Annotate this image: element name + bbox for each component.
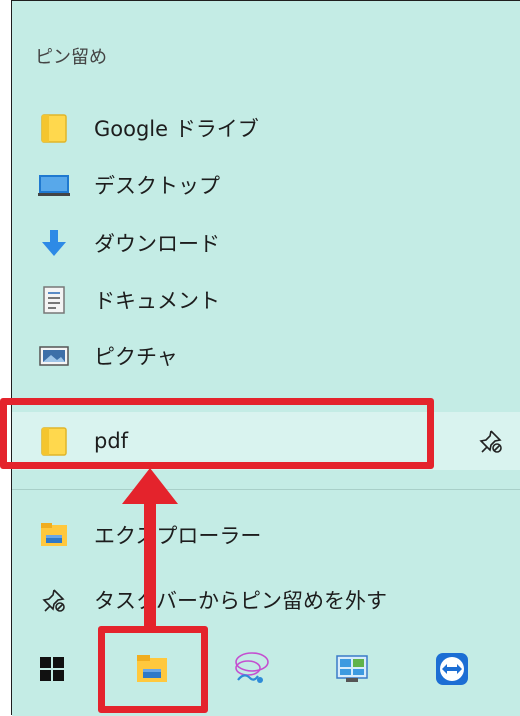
pinned-item-label: ドキュメント: [94, 289, 220, 313]
teamviewer-icon: [435, 652, 469, 690]
pinned-item-downloads[interactable]: ダウンロード: [12, 214, 520, 272]
action-open-file-explorer[interactable]: エクスプローラー: [12, 506, 520, 564]
pinned-item-label: デスクトップ: [94, 174, 220, 198]
file-explorer-icon: [37, 520, 71, 550]
start-button[interactable]: [26, 645, 78, 697]
action-unpin-from-taskbar[interactable]: タスクバーからピン留めを外す: [12, 571, 520, 629]
unpin-icon: [37, 585, 71, 615]
section-title-pinned: ピン留め: [35, 47, 107, 68]
taskbar-control-panel-button[interactable]: [326, 645, 378, 697]
pictures-icon: [37, 341, 71, 371]
pinned-item-label: Google ドライブ: [94, 117, 259, 141]
unpin-icon[interactable]: [478, 428, 504, 454]
pinned-item-desktop[interactable]: デスクトップ: [12, 156, 520, 214]
annotation-arrow-up: [122, 468, 178, 630]
pinned-item-google-drive[interactable]: Google ドライブ: [12, 99, 520, 157]
download-icon: [37, 228, 71, 258]
document-icon: [37, 285, 71, 315]
pinned-item-label: ピクチャ: [94, 345, 178, 369]
jump-list-panel: ピン留め Google ドライブ デスクトップ ダウンロード ドキュメント ピク…: [11, 0, 520, 716]
taskbar: [12, 627, 520, 716]
divider: [12, 489, 520, 490]
control-panel-icon: [336, 655, 368, 687]
windows-start-icon: [39, 656, 65, 686]
annotation-highlight-pdf: [0, 398, 434, 469]
folder-icon: [37, 113, 71, 143]
pinned-item-label: ダウンロード: [94, 232, 220, 256]
taskbar-paint-app-button[interactable]: [226, 645, 278, 697]
annotation-highlight-explorer: [98, 626, 208, 713]
desktop-icon: [37, 170, 71, 200]
paint-app-icon: [232, 650, 272, 692]
pinned-item-pictures[interactable]: ピクチャ: [12, 327, 520, 385]
taskbar-teamviewer-button[interactable]: [426, 645, 478, 697]
pinned-item-documents[interactable]: ドキュメント: [12, 271, 520, 329]
